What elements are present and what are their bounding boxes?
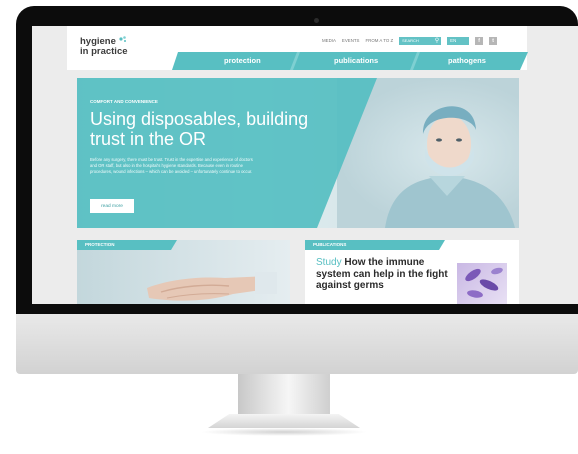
publication-headline[interactable]: Study How the immune system can help in …	[316, 257, 448, 292]
study-tag: Study	[316, 257, 342, 268]
monitor-chin	[16, 314, 578, 374]
publications-panel-label: PUBLICATIONS	[305, 240, 445, 250]
protection-panel-label: PROTECTION	[77, 240, 177, 250]
search-label: SEARCH	[402, 38, 419, 43]
read-more-button[interactable]: read more	[90, 199, 134, 213]
facebook-label: f	[478, 37, 480, 44]
nav-separator	[410, 52, 420, 70]
hero-banner: COMFORT AND CONVENIENCE Using disposable…	[77, 78, 519, 228]
language-label: EN	[450, 38, 457, 43]
monitor-base	[208, 414, 360, 428]
camera-icon	[314, 18, 319, 23]
utility-link-a-to-z[interactable]: FROM A TO Z	[365, 38, 393, 43]
facebook-icon[interactable]: f	[475, 36, 484, 45]
utility-link-media[interactable]: MEDIA	[322, 38, 336, 43]
germ-thumbnail[interactable]	[457, 263, 507, 304]
logo-sparkle-icon	[119, 36, 126, 42]
publications-panel[interactable]: PUBLICATIONS Study How the immune system…	[305, 240, 519, 304]
hero-kicker: COMFORT AND CONVENIENCE	[90, 99, 158, 104]
logo-line-2: in practice	[80, 46, 128, 57]
nav-publications[interactable]: publications	[334, 52, 378, 70]
language-select[interactable]: EN	[447, 36, 470, 45]
nav-separator	[290, 52, 300, 70]
screen: hygiene in practice MEDIA EVENTS FROM A …	[32, 26, 578, 304]
hero-text: Before any surgery, there must be trust.…	[90, 157, 253, 175]
search-icon[interactable]: ⚲	[435, 37, 439, 44]
nav-protection[interactable]: protection	[224, 52, 261, 70]
bacteria-image	[465, 267, 503, 298]
hero-title[interactable]: Using disposables, building trust in the…	[90, 109, 340, 149]
nav-pathogens[interactable]: pathogens	[448, 52, 486, 70]
surgeon-image	[385, 106, 515, 228]
twitter-icon[interactable]: t	[489, 36, 498, 45]
hand-image	[147, 272, 277, 301]
protection-panel[interactable]: PROTECTION	[77, 240, 290, 304]
main-nav: protection publications pathogens	[172, 52, 528, 70]
utility-nav: MEDIA EVENTS FROM A TO Z SEARCH ⚲ EN f t	[322, 36, 498, 45]
monitor-stand	[238, 374, 330, 416]
search-input[interactable]: SEARCH ⚲	[399, 36, 442, 45]
monitor-shadow	[200, 428, 368, 436]
twitter-label: t	[492, 37, 494, 44]
utility-link-events[interactable]: EVENTS	[342, 38, 360, 43]
